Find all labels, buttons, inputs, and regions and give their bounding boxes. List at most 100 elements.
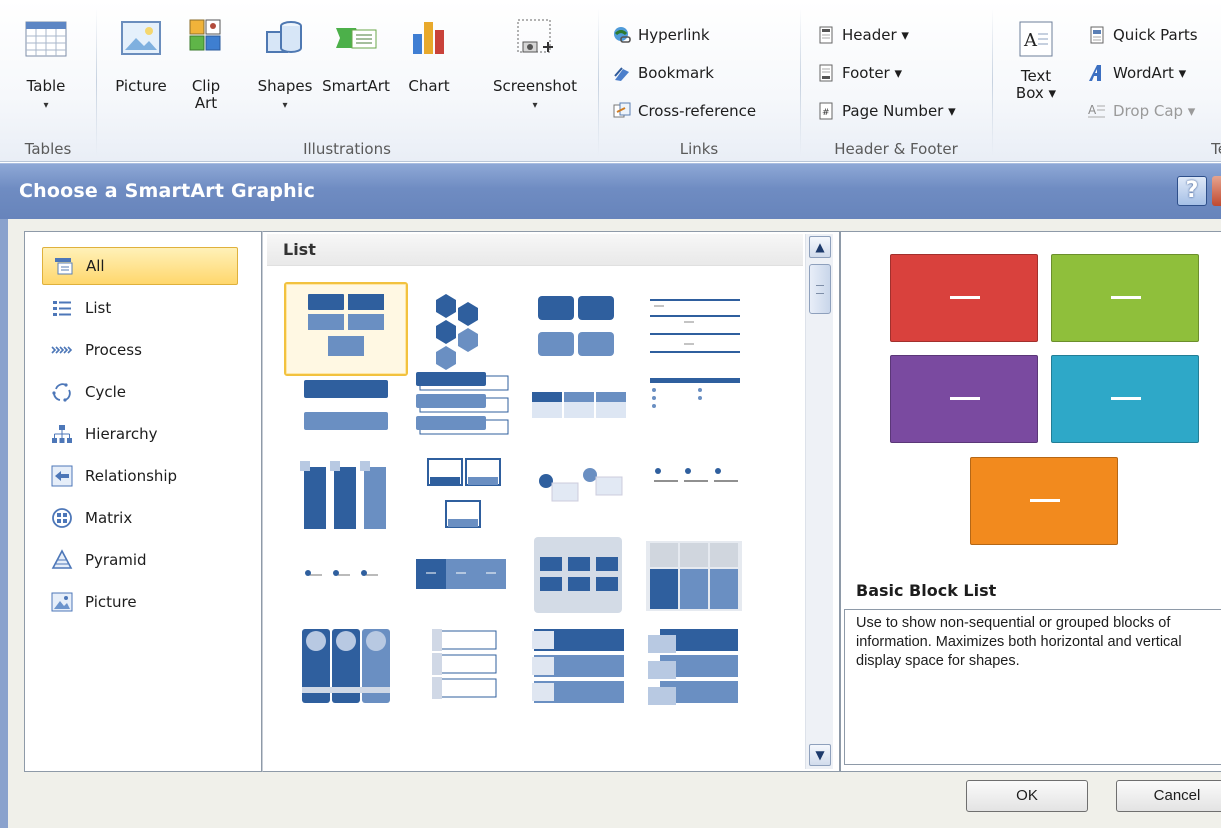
category-label: Picture	[85, 593, 137, 611]
chart-icon	[407, 16, 451, 64]
group-tables: Table ▾ Tables	[0, 0, 96, 161]
page-number-label: Page Number ▾	[842, 102, 956, 120]
wordart-label: WordArt ▾	[1113, 64, 1187, 82]
scroll-down-button[interactable]: ▼	[809, 744, 831, 766]
drop-cap-label: Drop Cap ▾	[1113, 102, 1196, 120]
preview-title: Basic Block List	[856, 581, 997, 600]
clip-art-label-1: Clip	[191, 77, 221, 95]
layout-thumbnail[interactable]	[632, 364, 756, 450]
footer-button[interactable]: Footer ▾	[817, 60, 902, 86]
layout-thumbnail[interactable]	[284, 364, 408, 450]
layout-thumbnail[interactable]	[400, 618, 524, 718]
text-box-icon: A	[1016, 16, 1056, 60]
dialog-body: All List Process Cycle Hierarchy Relatio…	[0, 219, 1221, 828]
hierarchy-icon	[51, 423, 73, 445]
layout-basic-block-list[interactable]	[284, 282, 408, 376]
svg-text:A: A	[1088, 103, 1097, 117]
picture-icon	[119, 16, 163, 64]
page-number-icon: #	[817, 102, 835, 120]
scroll-up-button[interactable]: ▲	[809, 236, 831, 258]
group-illustrations: Picture Clip Art Shapes ▾ SmartArt Chart…	[97, 0, 597, 161]
layout-thumbnail-graphic	[416, 559, 506, 589]
category-label: Pyramid	[85, 551, 147, 569]
text-box-label-1: Text	[1020, 67, 1052, 85]
category-list-item[interactable]: List	[42, 289, 238, 327]
layout-thumbnail[interactable]	[400, 451, 524, 537]
group-label-text: Te	[1211, 140, 1221, 158]
category-cycle[interactable]: Cycle	[42, 373, 238, 411]
category-picture[interactable]: Picture	[42, 583, 238, 621]
gallery-scrollbar[interactable]: ▲ ▼	[805, 234, 833, 769]
drop-cap-button[interactable]: A Drop Cap ▾	[1088, 98, 1195, 124]
category-all[interactable]: All	[42, 247, 238, 285]
layout-thumbnail[interactable]	[516, 282, 640, 376]
quick-parts-button[interactable]: Quick Parts	[1088, 22, 1198, 48]
layout-thumbnail[interactable]	[284, 534, 408, 618]
category-pyramid[interactable]: Pyramid	[42, 541, 238, 579]
cross-reference-label: Cross-reference	[638, 102, 757, 120]
clip-art-button[interactable]: Clip Art	[181, 16, 231, 112]
hyperlink-button[interactable]: Hyperlink	[613, 22, 710, 48]
dialog-title-bar: Choose a SmartArt Graphic ?	[0, 163, 1221, 219]
scroll-thumb[interactable]	[809, 264, 831, 314]
layout-thumbnail[interactable]	[516, 364, 640, 450]
table-icon	[24, 16, 68, 64]
header-label: Header ▾	[842, 26, 909, 44]
category-relationship[interactable]: Relationship	[42, 457, 238, 495]
wordart-button[interactable]: WordArt ▾	[1088, 60, 1186, 86]
smartart-button[interactable]: SmartArt	[315, 16, 397, 95]
layout-thumbnail[interactable]	[632, 618, 756, 718]
bookmark-button[interactable]: Bookmark	[613, 60, 714, 86]
chart-label: Chart	[408, 77, 450, 95]
footer-icon	[817, 64, 835, 82]
layout-thumbnail[interactable]	[516, 534, 640, 618]
preview-block-1	[890, 254, 1038, 342]
layout-thumbnail[interactable]	[516, 451, 640, 537]
layout-thumbnail[interactable]	[400, 534, 524, 618]
page-number-button[interactable]: # Page Number ▾	[817, 98, 956, 124]
preview-block-3	[890, 355, 1038, 443]
header-icon	[817, 26, 835, 44]
layout-thumbnail[interactable]	[632, 451, 756, 537]
layout-thumbnail-graphic	[646, 541, 742, 611]
chevron-down-icon: ▾	[532, 100, 538, 111]
group-label-links: Links	[679, 140, 719, 158]
text-box-button[interactable]: A Text Box ▾	[1007, 16, 1065, 102]
layout-thumbnail[interactable]	[400, 282, 524, 376]
category-matrix[interactable]: Matrix	[42, 499, 238, 537]
cancel-button[interactable]: Cancel	[1116, 780, 1221, 812]
ok-button[interactable]: OK	[966, 780, 1088, 812]
group-text: A Text Box ▾ Quick Parts WordArt ▾ A Dro…	[993, 0, 1221, 161]
help-button[interactable]: ?	[1177, 176, 1207, 206]
list-icon	[51, 297, 73, 319]
layout-thumbnail[interactable]	[284, 618, 408, 718]
cross-reference-button[interactable]: Cross-reference	[613, 98, 756, 124]
drop-cap-icon: A	[1088, 102, 1106, 120]
category-process[interactable]: Process	[42, 331, 238, 369]
screenshot-icon	[513, 16, 557, 64]
shapes-button[interactable]: Shapes ▾	[253, 16, 317, 114]
layout-thumbnail[interactable]	[400, 364, 524, 450]
layout-thumbnail[interactable]	[632, 282, 756, 376]
layout-gallery: List ▲ ▼	[262, 231, 840, 772]
svg-text:#: #	[822, 108, 830, 118]
layout-thumbnail-graphic	[650, 299, 740, 353]
picture-button[interactable]: Picture	[103, 16, 179, 95]
layout-thumbnail[interactable]	[284, 451, 408, 537]
screenshot-button[interactable]: Screenshot ▾	[483, 16, 587, 114]
layout-thumbnail-graphic	[308, 294, 384, 356]
category-label: List	[85, 299, 112, 317]
layout-thumbnail-graphic	[539, 468, 623, 502]
category-label: Cycle	[85, 383, 126, 401]
matrix-icon	[51, 507, 73, 529]
header-button[interactable]: Header ▾	[817, 22, 909, 48]
chart-button[interactable]: Chart	[403, 16, 455, 95]
close-button[interactable]	[1212, 176, 1221, 206]
pyramid-icon	[51, 549, 73, 571]
layout-thumbnail[interactable]	[632, 534, 756, 618]
category-label: All	[86, 257, 105, 275]
layout-thumbnail[interactable]	[516, 618, 640, 718]
category-hierarchy[interactable]: Hierarchy	[42, 415, 238, 453]
table-button[interactable]: Table ▾	[14, 16, 78, 114]
cross-reference-icon	[613, 102, 631, 120]
